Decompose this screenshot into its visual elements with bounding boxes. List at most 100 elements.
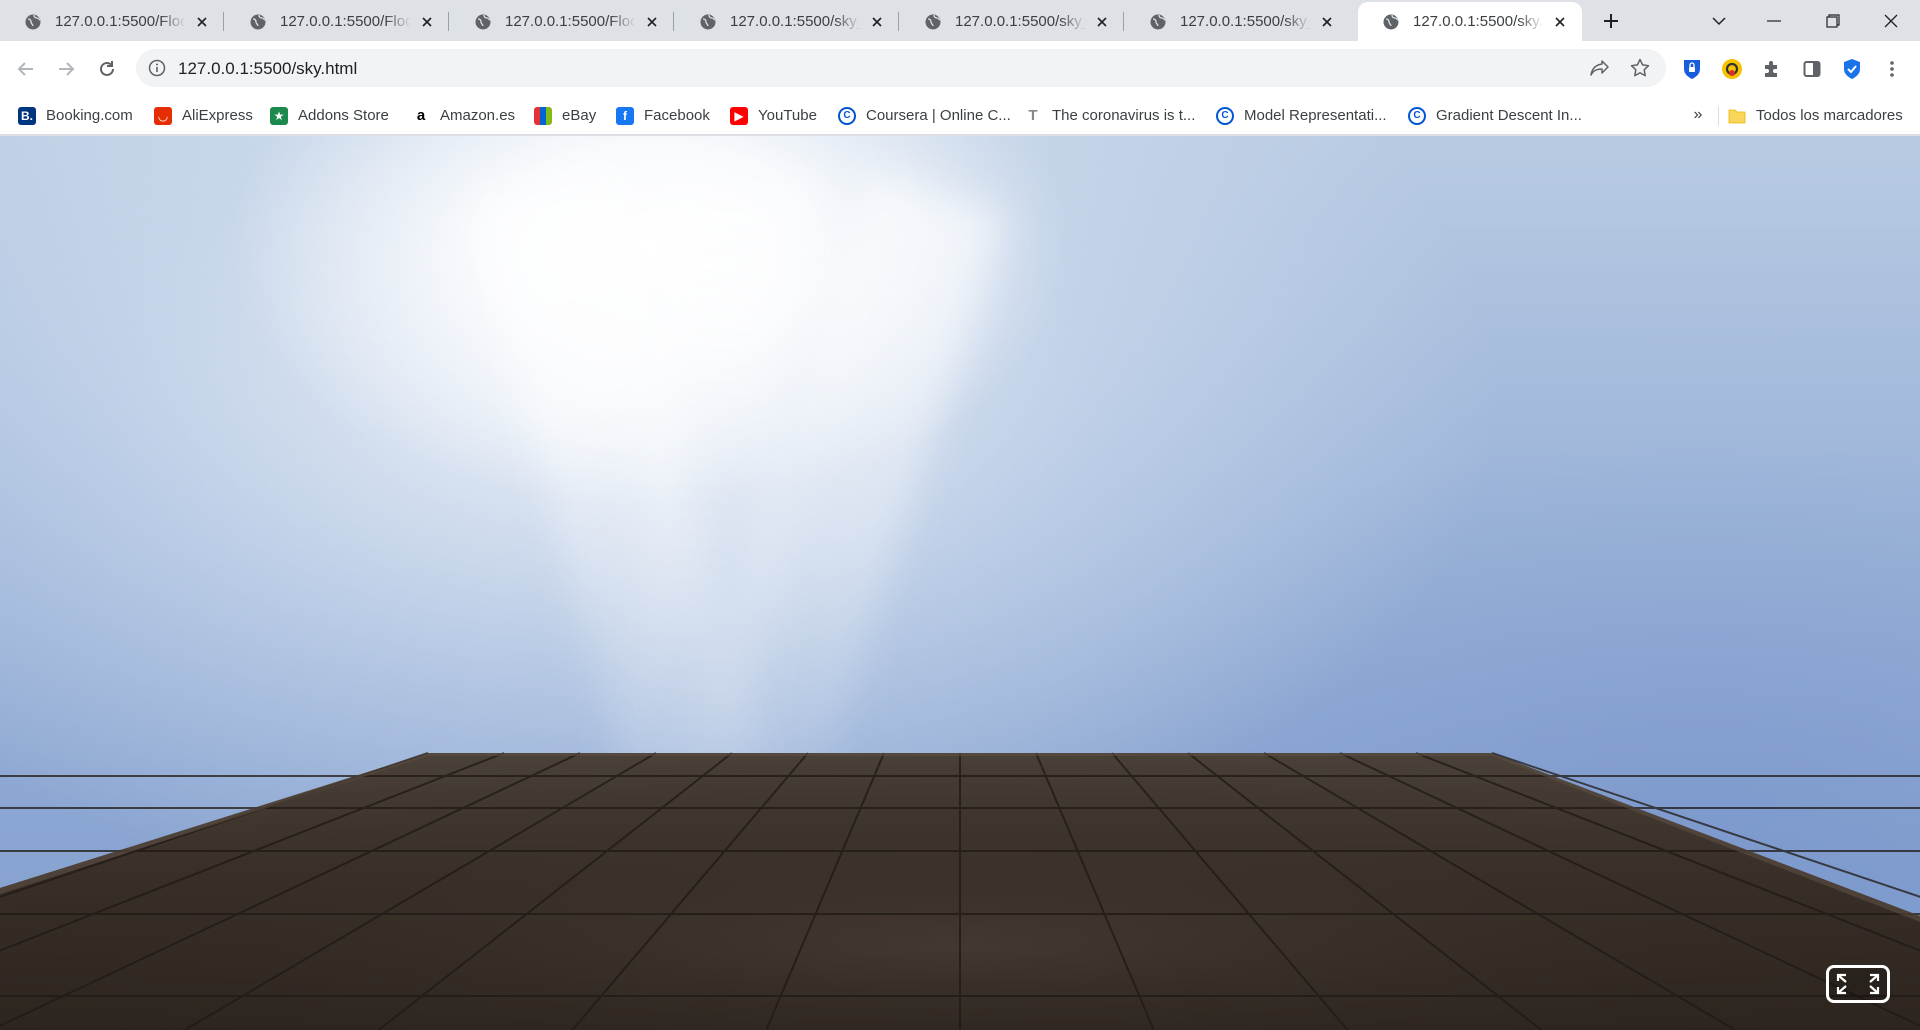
bookmark-item[interactable]: C Coursera | Online C... — [838, 97, 1011, 134]
close-window-button[interactable] — [1862, 0, 1920, 41]
globe-icon — [1150, 14, 1166, 30]
bookmark-item[interactable]: C Model Representati... — [1216, 97, 1387, 134]
youtube-icon: ▶ — [730, 106, 748, 125]
share-icon[interactable] — [1590, 58, 1610, 78]
minimize-icon — [1767, 19, 1781, 22]
coursera-icon: C — [838, 106, 856, 125]
globe-icon — [1383, 14, 1399, 30]
bookmark-label: Coursera | Online C... — [866, 107, 1011, 124]
tab-close-button[interactable] — [1550, 12, 1570, 32]
tab-close-button[interactable] — [867, 12, 887, 32]
tab-title: 127.0.0.1:5500/sky_clouds.html — [955, 13, 1086, 30]
bookmark-item[interactable]: ▶ YouTube — [730, 97, 817, 134]
bookmark-label: Amazon.es — [440, 107, 516, 124]
bookmark-label: Booking.com — [46, 107, 133, 124]
tab-close-button[interactable] — [1317, 12, 1337, 32]
menu-kebab-icon[interactable] — [1880, 57, 1904, 81]
browser-tab[interactable]: 127.0.0.1:5500/sky_clouds.html — [1125, 2, 1349, 41]
article-icon: T — [1028, 107, 1038, 124]
browser-tab[interactable]: 127.0.0.1:5500/Floor_plan.html — [225, 2, 449, 41]
address-bar[interactable]: 127.0.0.1:5500/sky.html — [136, 49, 1666, 87]
browser-tab[interactable]: 127.0.0.1:5500/Floor_plan.html — [450, 2, 674, 41]
restore-button[interactable] — [1804, 0, 1862, 41]
booking-icon: B. — [18, 106, 36, 125]
tab-close-button[interactable] — [192, 12, 212, 32]
bookmarks-overflow-button[interactable]: » — [1688, 105, 1708, 125]
bookmark-label: eBay — [562, 107, 597, 124]
restore-icon — [1826, 13, 1840, 28]
tab-title: 127.0.0.1:5500/sky_camera.html — [730, 13, 861, 30]
coursera-icon: C — [1216, 106, 1234, 125]
shield-extension-icon[interactable] — [1840, 57, 1864, 81]
reload-button[interactable] — [90, 52, 124, 86]
tab-title: 127.0.0.1:5500/Floor_plan.html — [280, 13, 411, 30]
close-icon — [647, 16, 657, 27]
tab-search-button[interactable] — [1690, 0, 1748, 41]
browser-tab[interactable]: 127.0.0.1:5500/sky_clouds.html — [900, 2, 1124, 41]
tab-title: 127.0.0.1:5500/sky.html — [1413, 13, 1544, 30]
sky-scene-canvas[interactable] — [0, 136, 1920, 1030]
bookmark-label: YouTube — [758, 107, 817, 124]
plus-icon — [1604, 14, 1618, 28]
close-icon — [422, 16, 432, 27]
tab-separator — [673, 12, 674, 31]
all-bookmarks-button[interactable]: Todos los marcadores — [1728, 97, 1903, 134]
close-icon — [197, 16, 207, 27]
bookmark-item[interactable]: eBay — [534, 97, 596, 134]
yellow-extension-icon[interactable] — [1720, 57, 1744, 81]
extensions-puzzle-icon[interactable] — [1760, 57, 1784, 81]
new-tab-button[interactable] — [1598, 8, 1624, 34]
tab-title: 127.0.0.1:5500/sky_clouds.html — [1180, 13, 1311, 30]
facebook-icon: f — [616, 106, 634, 125]
tab-close-button[interactable] — [417, 12, 437, 32]
tab-separator — [223, 12, 224, 31]
tab-title: 127.0.0.1:5500/Floor_plan.html — [55, 13, 186, 30]
minimize-button[interactable] — [1745, 0, 1803, 41]
bookmark-item[interactable]: ★ Addons Store — [270, 97, 389, 134]
close-icon — [1097, 16, 1107, 27]
globe-icon — [700, 14, 716, 30]
site-info-icon[interactable] — [148, 59, 166, 77]
back-button[interactable] — [9, 52, 43, 86]
fullscreen-button[interactable] — [1826, 965, 1890, 1003]
bookmark-item[interactable]: ◡ AliExpress — [154, 97, 253, 134]
bookmark-label: Model Representati... — [1244, 107, 1387, 124]
bookmark-item[interactable]: B. Booking.com — [18, 97, 133, 134]
browser-tab[interactable]: 127.0.0.1:5500/Floor_plan.html — [0, 2, 224, 41]
coursera-icon: C — [1408, 106, 1426, 125]
bookmark-label: The coronavirus is t... — [1052, 107, 1196, 124]
bookmark-item[interactable]: f Facebook — [616, 97, 710, 134]
bookmark-item[interactable]: T The coronavirus is t... — [1024, 97, 1195, 134]
bookmark-label: Facebook — [644, 107, 710, 124]
tab-separator — [448, 12, 449, 31]
browser-tab[interactable]: 127.0.0.1:5500/sky_camera.html — [675, 2, 899, 41]
forward-button[interactable] — [49, 52, 83, 86]
browser-tab[interactable]: 127.0.0.1:5500/sky.html — [1358, 2, 1582, 41]
aliexpress-icon: ◡ — [154, 106, 172, 125]
close-icon — [872, 16, 882, 27]
close-icon — [1884, 14, 1898, 27]
tab-separator — [898, 12, 899, 31]
tab-close-button[interactable] — [642, 12, 662, 32]
reload-icon — [100, 61, 114, 76]
bookmarks-divider — [1718, 106, 1719, 126]
arrow-left-icon — [17, 62, 33, 76]
fullscreen-icon — [1836, 973, 1880, 995]
tab-strip: 127.0.0.1:5500/Floor_plan.html 127.0.0.1:… — [0, 0, 1920, 41]
side-panel-icon[interactable] — [1800, 57, 1824, 81]
ebay-icon — [534, 106, 552, 125]
bookmark-star-icon[interactable] — [1630, 58, 1650, 78]
bookmark-item[interactable]: C Gradient Descent In... — [1408, 97, 1582, 134]
bitwarden-extension-icon[interactable] — [1680, 57, 1704, 81]
globe-icon — [925, 14, 941, 30]
tab-separator — [1123, 12, 1124, 31]
all-bookmarks-label: Todos los marcadores — [1756, 107, 1903, 124]
bookmark-item[interactable]: a Amazon.es — [412, 97, 515, 134]
tab-close-button[interactable] — [1092, 12, 1112, 32]
bookmark-label: AliExpress — [182, 107, 253, 124]
tiled-floor — [0, 752, 1920, 1030]
arrow-right-icon — [59, 62, 75, 76]
bookmark-label: Addons Store — [298, 107, 389, 124]
amazon-icon: a — [416, 107, 426, 124]
url-text[interactable]: 127.0.0.1:5500/sky.html — [178, 59, 357, 79]
